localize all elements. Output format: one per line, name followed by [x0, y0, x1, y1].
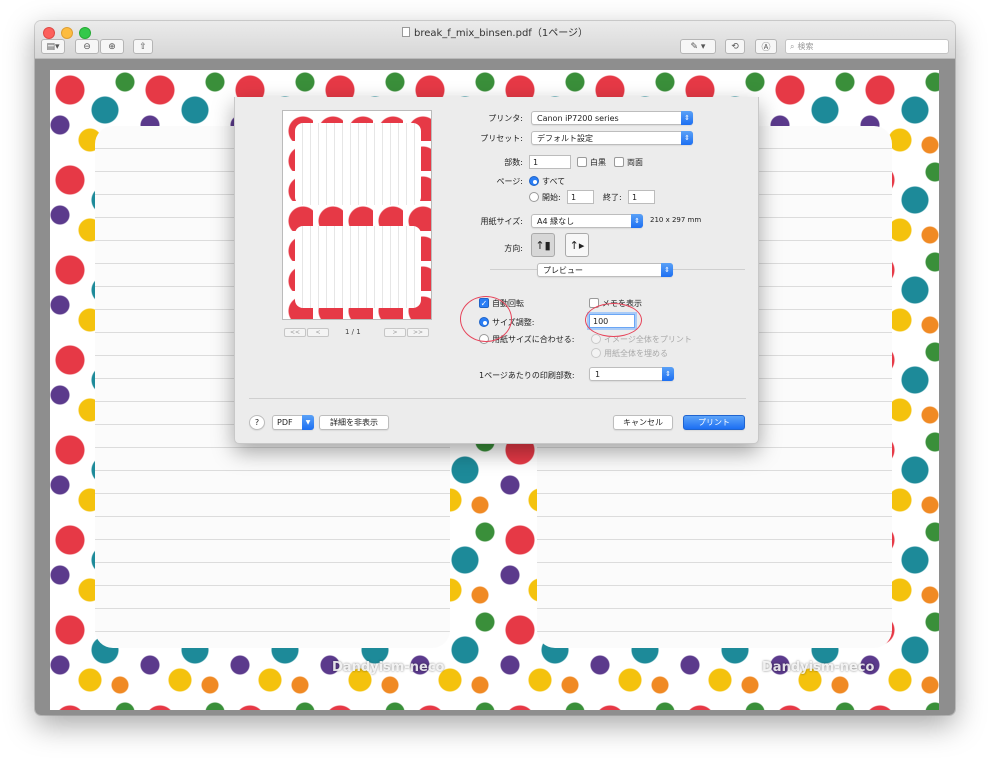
zoom-in-button[interactable]: ⊕ — [100, 39, 124, 54]
annotate-icon: Ⓐ — [761, 43, 771, 53]
preset-select[interactable]: デフォルト設定 ⇕ — [531, 131, 693, 145]
paper-dimensions: 210 x 297 mm — [650, 216, 702, 224]
duplex-label: 両面 — [627, 158, 643, 167]
sidebar-icon: ▤▾ — [46, 41, 60, 52]
prev-page-button[interactable]: < — [307, 328, 329, 337]
chevron-down-icon: ▼ — [302, 415, 314, 430]
pages-to-field[interactable]: 1 — [628, 190, 655, 204]
print-preview-thumbnail — [282, 110, 432, 320]
print-entire-image-radio[interactable] — [591, 334, 601, 344]
print-button[interactable]: プリント — [683, 415, 745, 430]
pen-icon: ✎ ▾ — [690, 41, 706, 52]
search-placeholder: 検索 — [797, 42, 814, 51]
thumbnail-panel-bottom — [295, 226, 421, 308]
next-page-button[interactable]: > — [384, 328, 406, 337]
document-area[interactable]: Dandyism-neco Dandyism-neco << < 1 / 1 >… — [35, 59, 955, 715]
cancel-button[interactable]: キャンセル — [613, 415, 673, 430]
printer-label: プリンタ: — [488, 114, 523, 123]
zoom-out-icon: ⊖ — [83, 41, 91, 52]
pages-per-sheet-select[interactable]: 1 ⇕ — [589, 367, 674, 381]
paper-size-select[interactable]: A4 縁なし ⇕ — [531, 214, 643, 228]
thumbnail-panel-top — [295, 123, 421, 205]
help-button[interactable]: ? — [249, 415, 265, 430]
zoom-in-icon: ⊕ — [108, 41, 116, 52]
help-icon: ? — [254, 418, 260, 427]
print-dialog: << < 1 / 1 > >> プリンタ: Canon iP7200 serie… — [234, 97, 759, 444]
window-title: break_f_mix_binsen.pdf（1ページ） — [35, 24, 955, 39]
hide-details-button[interactable]: 詳細を非表示 — [319, 415, 389, 430]
preset-value: デフォルト設定 — [537, 133, 593, 143]
orientation-label: 方向: — [504, 244, 523, 253]
chevron-updown-icon: ⇕ — [631, 214, 643, 228]
paper-size-label: 用紙サイズ: — [480, 217, 523, 226]
chevron-updown-icon: ⇕ — [681, 131, 693, 145]
rotate-button[interactable]: ⟲ — [725, 39, 745, 54]
watermark-left: Dandyism-neco — [332, 660, 445, 675]
paper-size-value: A4 縁なし — [537, 216, 575, 226]
copies-label: 部数: — [504, 158, 523, 167]
fill-paper-radio[interactable] — [591, 348, 601, 358]
watermark-right: Dandyism-neco — [762, 660, 875, 675]
sidebar-button[interactable]: ▤▾ — [41, 39, 65, 54]
portrait-orientation-button[interactable]: ↑▮ — [531, 233, 555, 257]
zoom-out-button[interactable]: ⊖ — [75, 39, 99, 54]
section-select[interactable]: プレビュー ⇕ — [537, 263, 673, 277]
first-page-button[interactable]: << — [284, 328, 306, 337]
fit-to-paper-label: 用紙サイズに合わせる: — [492, 335, 575, 344]
document-icon — [402, 27, 410, 37]
chevron-updown-icon: ⇕ — [661, 263, 673, 277]
copies-field[interactable]: 1 — [529, 155, 571, 169]
share-button[interactable]: ⇧ — [133, 39, 153, 54]
pages-from-field[interactable]: 1 — [567, 190, 594, 204]
pages-range-radio[interactable] — [529, 192, 539, 202]
print-label: プリント — [698, 418, 730, 427]
rotate-icon: ⟲ — [731, 41, 739, 52]
pdf-menu-button[interactable]: PDF ▼ — [272, 415, 314, 430]
pages-label: ページ: — [496, 177, 523, 186]
annotate-button[interactable]: Ⓐ — [755, 39, 777, 54]
pages-per-sheet-label: 1ページあたりの印刷部数: — [479, 371, 575, 380]
duplex-checkbox[interactable] — [614, 157, 624, 167]
last-page-button[interactable]: >> — [407, 328, 429, 337]
title-bar: break_f_mix_binsen.pdf（1ページ） ▤▾ ⊖ ⊕ ⇧ ✎ … — [35, 21, 955, 59]
chevron-updown-icon: ⇕ — [662, 367, 674, 381]
pages-all-radio[interactable] — [529, 176, 539, 186]
fill-paper-label: 用紙全体を埋める — [604, 349, 668, 358]
red-annotation-circle-value — [585, 303, 642, 337]
preview-pager: << < 1 / 1 > >> — [282, 328, 432, 340]
pages-from-value: 1 — [571, 192, 577, 202]
preview-window: break_f_mix_binsen.pdf（1ページ） ▤▾ ⊖ ⊕ ⇧ ✎ … — [35, 21, 955, 715]
preset-label: プリセット: — [480, 134, 523, 143]
pages-to-label: 終了: — [603, 193, 622, 202]
search-input[interactable]: ⌕ 検索 — [785, 39, 949, 54]
cancel-label: キャンセル — [623, 418, 663, 427]
window-title-text: break_f_mix_binsen.pdf（1ページ） — [414, 28, 588, 39]
page-indicator: 1 / 1 — [345, 328, 361, 336]
bottom-divider — [249, 398, 746, 399]
markup-button[interactable]: ✎ ▾ — [680, 39, 716, 54]
bw-label: 白黒 — [590, 158, 606, 167]
chevron-updown-icon: ⇕ — [681, 111, 693, 125]
section-value: プレビュー — [543, 265, 583, 275]
share-icon: ⇧ — [139, 41, 147, 52]
bw-checkbox[interactable] — [577, 157, 587, 167]
pages-per-sheet-value: 1 — [595, 369, 601, 379]
landscape-orientation-button[interactable]: ↑▸ — [565, 233, 589, 257]
landscape-icon: ↑▸ — [569, 238, 585, 252]
red-annotation-circle-scale — [460, 296, 512, 342]
printer-value: Canon iP7200 series — [537, 113, 619, 123]
portrait-icon: ↑▮ — [535, 238, 551, 252]
copies-value: 1 — [533, 157, 539, 167]
pages-from-label: 開始: — [542, 193, 561, 202]
search-icon: ⌕ — [790, 41, 795, 51]
pages-to-value: 1 — [632, 192, 638, 202]
pages-all-label: すべて — [542, 177, 566, 186]
printer-select[interactable]: Canon iP7200 series ⇕ — [531, 111, 693, 125]
pdf-label: PDF — [277, 418, 293, 427]
hide-details-label: 詳細を非表示 — [330, 418, 378, 427]
